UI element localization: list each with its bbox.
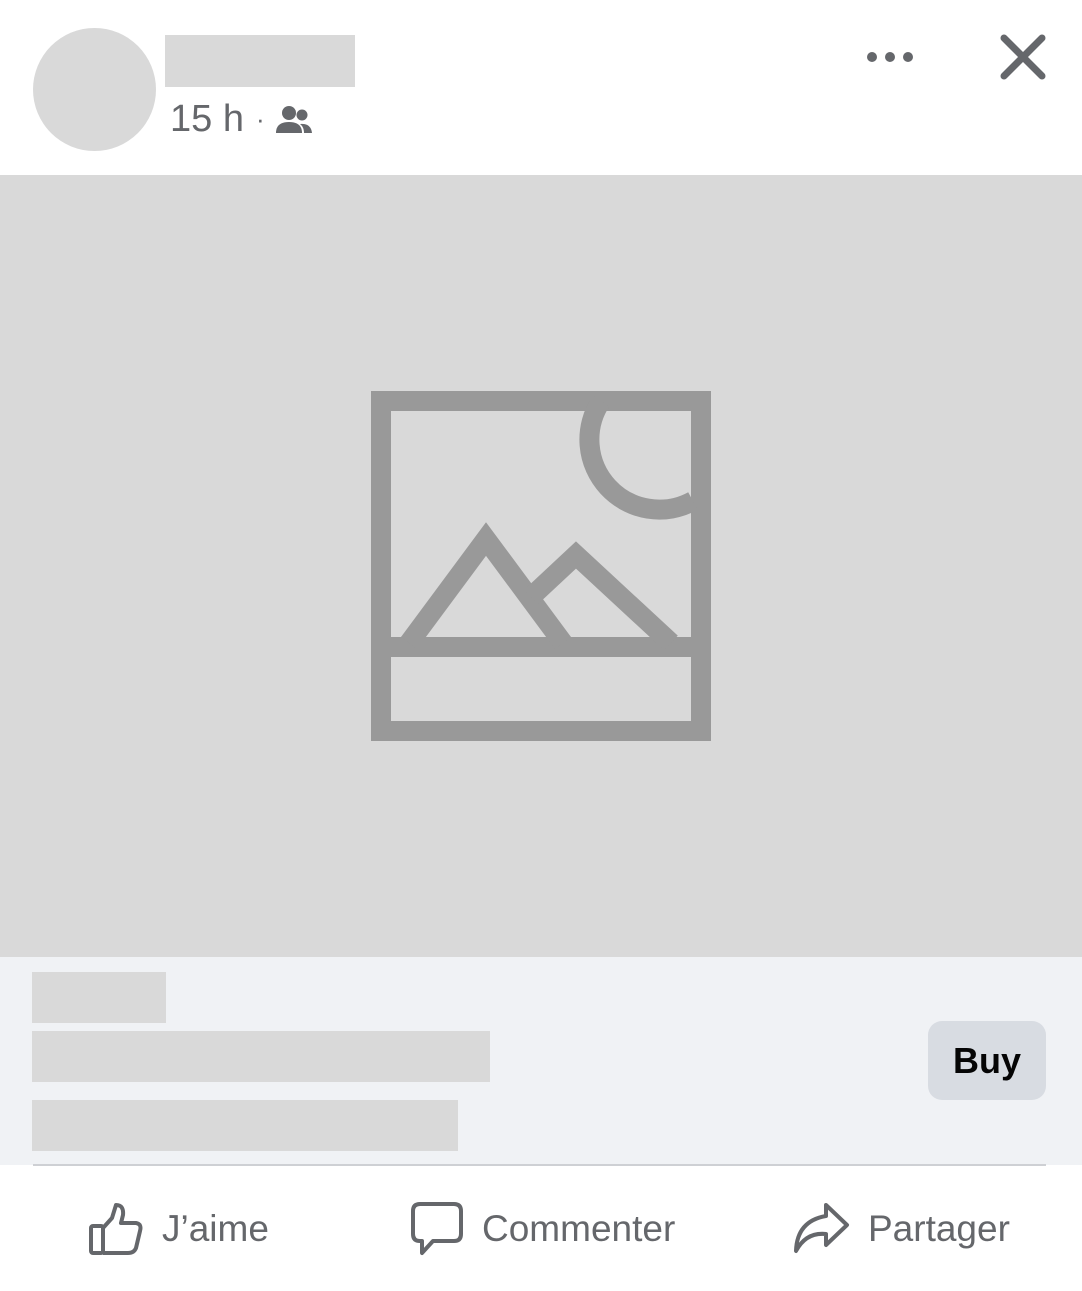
post-header: 15 h · (0, 0, 1082, 175)
preview-description-placeholder (32, 1100, 458, 1151)
share-button[interactable]: Partager (792, 1196, 1010, 1262)
preview-domain-placeholder (32, 972, 166, 1023)
buy-button[interactable]: Buy (928, 1021, 1046, 1100)
avatar[interactable] (33, 28, 156, 151)
more-horizontal-icon (867, 52, 913, 62)
post-media[interactable] (0, 175, 1082, 957)
thumbs-up-icon (89, 1203, 143, 1255)
preview-title-placeholder (32, 1031, 490, 1082)
post-timestamp[interactable]: 15 h (170, 98, 244, 141)
close-icon (1000, 34, 1046, 80)
comment-label: Commenter (482, 1208, 676, 1249)
share-icon (794, 1203, 849, 1253)
friends-icon[interactable] (275, 104, 313, 136)
like-label: J’aime (162, 1208, 269, 1249)
share-label: Partager (868, 1208, 1010, 1249)
more-options-button[interactable] (862, 36, 918, 78)
post-meta: 15 h · (170, 98, 313, 141)
like-button[interactable]: J’aime (88, 1196, 269, 1262)
author-name-placeholder[interactable] (165, 35, 355, 87)
link-preview[interactable]: Buy (0, 957, 1082, 1165)
image-placeholder-icon (371, 391, 711, 741)
meta-separator: · (255, 104, 265, 134)
comment-button[interactable]: Commenter (410, 1196, 675, 1262)
post-actions: J’aime Commenter Partager (0, 1166, 1082, 1291)
close-button[interactable] (996, 30, 1050, 84)
comment-icon (411, 1202, 463, 1255)
